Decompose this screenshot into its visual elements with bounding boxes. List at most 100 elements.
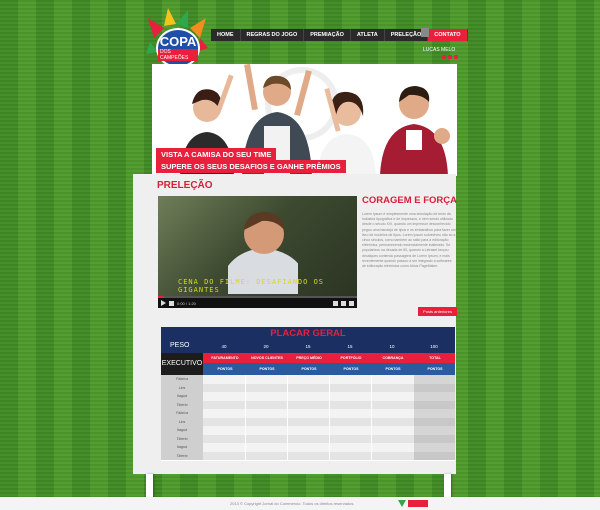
cell-divider — [287, 426, 288, 435]
row-name: Itaguá — [161, 443, 203, 452]
cell-divider — [245, 426, 246, 435]
points-header: PONTOS — [427, 367, 443, 371]
nav-item-1[interactable]: REGRAS DO JOGO — [241, 29, 305, 41]
nav-item-2[interactable]: PREMIAÇÃO — [304, 29, 351, 41]
table-row: Fábrica — [161, 375, 455, 384]
previous-posts-button[interactable]: Posts anteriores — [418, 307, 457, 316]
nav-item-3[interactable]: ATLETA — [351, 29, 385, 41]
cell-divider — [287, 400, 288, 409]
video-player[interactable]: CENA DO FILME: DESAFIANDO OS GIGANTES 0:… — [158, 196, 357, 308]
hero-banner: VISTA A CAMISA DO SEU TIME SUPERE OS SEU… — [152, 64, 457, 176]
weight-value: 40 — [221, 344, 227, 349]
article-body: Lorem Ipsum é simplesmente uma simulação… — [362, 212, 456, 269]
cell-divider — [329, 417, 330, 426]
settings-icon[interactable] — [341, 300, 346, 306]
column-header: NOVOS CLIENTES — [251, 356, 283, 360]
row-name: Itaguá — [161, 426, 203, 435]
cell-divider — [329, 434, 330, 443]
avatar[interactable] — [421, 28, 429, 37]
fullscreen-icon[interactable] — [349, 300, 354, 306]
volume-icon[interactable] — [169, 300, 174, 306]
total-cell — [414, 451, 455, 460]
slider-dots — [442, 55, 458, 59]
cell-divider — [245, 375, 246, 384]
cell-divider — [329, 409, 330, 418]
points-header: PONTOS — [385, 367, 401, 371]
scoreboard-rows: Fábrica Lins Itaguá Tiberto Fábrica Lins Itagu… — [161, 375, 455, 460]
cell-divider — [245, 383, 246, 392]
copa-logo[interactable]: COPA DOS CAMPEÕES — [146, 8, 208, 68]
cell-divider — [287, 434, 288, 443]
scoreboard: PLACAR GERAL PESO 40 20 15 15 10 100 EXECUTIV… — [161, 327, 455, 461]
cell-divider — [329, 400, 330, 409]
column-header: PREÇO MÉDIO — [296, 356, 322, 360]
video-time: 0:00 / 1:20 — [177, 300, 196, 306]
cell-divider — [329, 375, 330, 384]
table-row: Tiberto — [161, 400, 455, 409]
cell-divider — [329, 451, 330, 460]
cell-divider — [245, 400, 246, 409]
table-row: Tiberto — [161, 451, 455, 460]
cell-divider — [371, 383, 372, 392]
cell-divider — [287, 383, 288, 392]
executivo-label: EXECUTIVO — [161, 353, 203, 375]
row-name: Fábrica — [161, 375, 203, 384]
video-subtitle: CENA DO FILME: DESAFIANDO OS GIGANTES — [178, 278, 325, 294]
cell-divider — [287, 443, 288, 452]
cell-divider — [287, 409, 288, 418]
row-name: Fábrica — [161, 409, 203, 418]
slider-dot[interactable] — [448, 55, 452, 59]
nav-item-0[interactable]: HOME — [211, 29, 241, 41]
footer-logo[interactable] — [397, 498, 429, 509]
captions-icon[interactable] — [333, 300, 338, 306]
column-headers: FATURAMENTO NOVOS CLIENTES PREÇO MÉDIO PORT… — [203, 353, 455, 363]
total-cell — [414, 400, 455, 409]
total-cell — [414, 383, 455, 392]
row-name: Tiberto — [161, 400, 203, 409]
weight-value: 20 — [263, 344, 269, 349]
cell-divider — [329, 443, 330, 452]
column-header: TOTAL — [429, 356, 441, 360]
cell-divider — [329, 383, 330, 392]
weights-label: PESO — [170, 342, 190, 349]
points-header: PONTOS — [301, 367, 317, 371]
footer: 2013 © Copyright Jornal do Commercio. To… — [0, 497, 600, 510]
slider-dot[interactable] — [442, 55, 446, 59]
total-cell — [414, 417, 455, 426]
cell-divider — [287, 417, 288, 426]
points-header: PONTOS — [217, 367, 233, 371]
cell-divider — [245, 443, 246, 452]
points-header: PONTOS — [343, 367, 359, 371]
row-name: Tiberto — [161, 434, 203, 443]
cell-divider — [245, 451, 246, 460]
total-cell — [414, 443, 455, 452]
table-row: Lins — [161, 417, 455, 426]
total-cell — [414, 409, 455, 418]
slider-dot[interactable] — [454, 55, 458, 59]
row-name: Tiberto — [161, 451, 203, 460]
cell-divider — [329, 392, 330, 401]
row-name: Lins — [161, 417, 203, 426]
scoreboard-title: PLACAR GERAL — [161, 327, 455, 341]
logo-sub-text: DOS CAMPEÕES — [158, 48, 198, 61]
weight-value: 15 — [305, 344, 311, 349]
weight-value: 15 — [347, 344, 353, 349]
column-header: COBRANÇA — [382, 356, 404, 360]
table-row: Lins — [161, 383, 455, 392]
cell-divider — [371, 451, 372, 460]
user-name[interactable]: LUCAS MELO — [423, 46, 455, 55]
table-row: Itaguá — [161, 392, 455, 401]
logo-badge: COPA DOS CAMPEÕES — [156, 28, 200, 68]
play-icon[interactable] — [161, 300, 166, 306]
cell-divider — [329, 426, 330, 435]
video-controls: 0:00 / 1:20 — [158, 298, 357, 308]
cell-divider — [245, 434, 246, 443]
points-header: PONTOS — [259, 367, 275, 371]
logo-main-text: COPA — [159, 33, 197, 49]
page-title: PRELEÇÃO — [157, 180, 213, 191]
cell-divider — [371, 443, 372, 452]
column-header: FATURAMENTO — [211, 356, 239, 360]
cell-divider — [371, 400, 372, 409]
row-name: Lins — [161, 383, 203, 392]
cell-divider — [371, 409, 372, 418]
